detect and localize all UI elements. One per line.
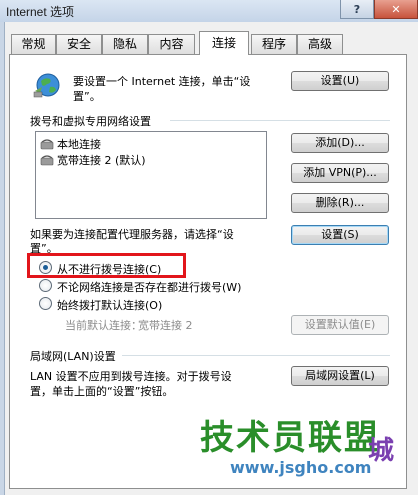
remove-button[interactable]: 删除(R)...	[291, 193, 389, 213]
window-controls: ? ✕	[340, 0, 418, 19]
close-button[interactable]: ✕	[374, 0, 418, 19]
setup-text-line2: 置”。	[73, 90, 101, 103]
phone-connection-icon	[40, 139, 54, 150]
lan-text-line1: LAN 设置不应用到拨号连接。对于拨号设	[30, 370, 232, 383]
settings-button[interactable]: 设置(S)	[291, 225, 389, 245]
group-separator	[170, 120, 390, 121]
group-separator	[122, 355, 390, 356]
tab-security[interactable]: 安全	[56, 34, 102, 54]
setup-text-line1: 要设置一个 Internet 连接，单击“设	[73, 75, 251, 88]
proxy-text-line1: 如果要为连接配置代理服务器，请选择“设	[30, 228, 234, 241]
lan-text-line2: 置，单击上面的“设置”按钮。	[30, 385, 174, 398]
red-highlight-box	[27, 253, 186, 278]
list-item[interactable]: 本地连接	[40, 137, 101, 151]
lan-settings-button[interactable]: 局域网设置(L)	[291, 366, 389, 386]
radio-dial-whenever-label[interactable]: 不论网络连接是否存在都进行拨号(W)	[57, 279, 241, 295]
tab-advanced[interactable]: 高级	[297, 34, 343, 54]
radio-always-dial[interactable]	[39, 297, 52, 310]
watermark-url: www.jsgho.com	[230, 458, 372, 477]
tab-programs[interactable]: 程序	[251, 34, 297, 54]
watermark-text: 技术员联盟	[200, 418, 380, 458]
radio-dial-whenever[interactable]	[39, 279, 52, 292]
tab-privacy[interactable]: 隐私	[102, 34, 148, 54]
watermark-side-text: 城	[368, 436, 395, 466]
lan-group-title: 局域网(LAN)设置	[30, 350, 116, 363]
set-default-button[interactable]: 设置默认值(E)	[291, 315, 389, 335]
current-default-label: 当前默认连接：	[65, 319, 142, 332]
add-button[interactable]: 添加(D)...	[291, 133, 389, 153]
phone-connection-icon	[40, 155, 54, 166]
add-vpn-button[interactable]: 添加 VPN(P)...	[291, 163, 389, 183]
title-bar: Internet 选项 ? ✕	[0, 0, 418, 22]
window-title: Internet 选项	[6, 5, 75, 19]
watermark: 技术员联盟 www.jsgho.com 城	[190, 400, 416, 490]
radio-always-dial-label[interactable]: 始终拨打默认连接(O)	[57, 297, 162, 313]
help-button[interactable]: ?	[340, 0, 374, 19]
tab-general[interactable]: 常规	[11, 34, 56, 54]
tab-connections[interactable]: 连接	[199, 31, 249, 55]
dialup-group-title: 拨号和虚拟专用网络设置	[30, 115, 151, 128]
connection-name: 宽带连接 2 (默认)	[57, 154, 146, 167]
globe-network-icon	[33, 73, 60, 98]
tab-content[interactable]: 内容	[148, 34, 195, 54]
list-item[interactable]: 宽带连接 2 (默认)	[40, 153, 146, 167]
setup-button[interactable]: 设置(U)	[291, 71, 389, 91]
connections-listbox[interactable]: 本地连接 宽带连接 2 (默认)	[35, 131, 267, 219]
connection-name: 本地连接	[57, 138, 101, 151]
close-icon: ✕	[391, 2, 401, 16]
current-default-value: 宽带连接 2	[138, 319, 193, 332]
